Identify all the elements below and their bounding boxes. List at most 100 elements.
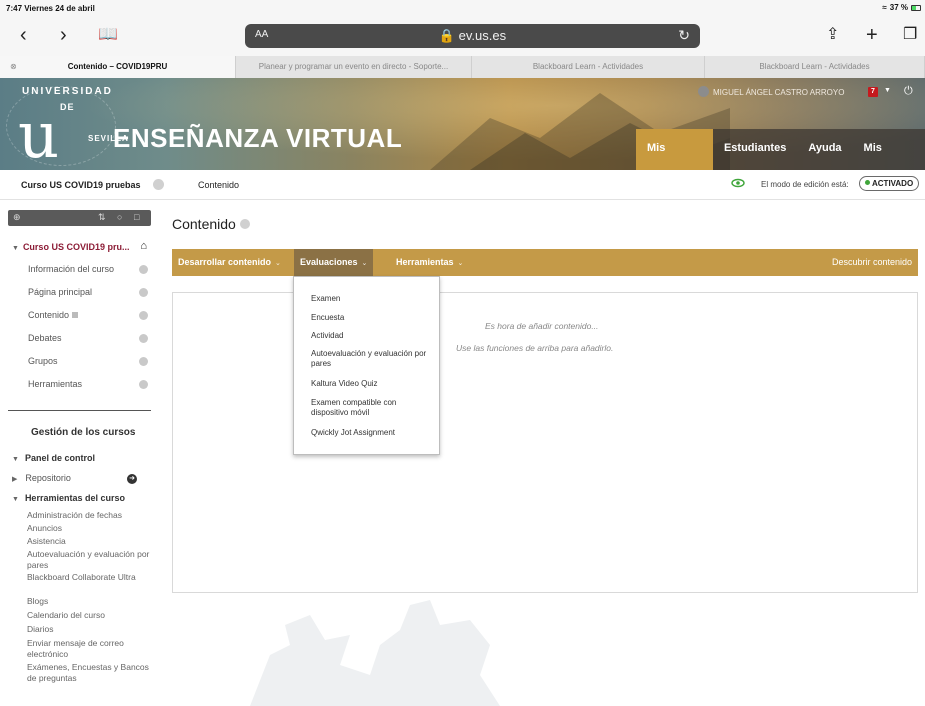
browser-tab-soporte[interactable]: Planear y programar un evento en directo… [236,56,472,78]
tool-item[interactable]: Calendario del curso [27,610,152,621]
chevron-down-icon: ⌄ [361,260,368,267]
menu-label: Desarrollar contenido [178,257,272,267]
evaluations-dropdown: Examen Encuesta Actividad Autoevaluación… [293,276,440,455]
dropdown-item-examen-movil[interactable]: Examen compatible con dispositivo móvil [311,398,431,418]
lock-icon: 🔒 [438,28,459,43]
dropdown-item-autoevaluacion[interactable]: Autoevaluación y evaluación por pares [311,349,431,369]
dropdown-item-examen[interactable]: Examen [311,294,431,304]
nav-tab-estudiantes[interactable]: Estudiantes [712,129,798,170]
tool-item[interactable]: Asistencia [27,536,152,547]
divider [8,410,151,411]
nav-tab-ayuda[interactable]: Ayuda [797,129,853,170]
ios-status-bar: 7:47 Viernes 24 de abril ≈ 37 % [0,0,925,16]
notification-badge[interactable]: 7 [868,87,878,97]
sidebar-item-contenido[interactable]: Contenido [28,310,148,320]
tool-item[interactable]: Anuncios [27,523,152,534]
sidebar-item-debates[interactable]: Debates [28,333,148,343]
course-tools-toggle[interactable]: ▼ Herramientas del curso [12,493,125,503]
share-icon[interactable]: ⇪ [826,24,839,46]
collapse-triangle-icon[interactable]: ▼ [12,496,19,503]
tools-menu[interactable]: Herramientas ⌄ [390,249,469,276]
browser-tab-actividades-2[interactable]: Blackboard Learn - Actividades [705,56,925,78]
breadcrumb: Curso US COVID19 pruebas Contenido El mo… [0,170,925,200]
window-icon[interactable]: □ [134,212,139,222]
sort-icon[interactable]: ⇅ [98,212,106,223]
repositorio-item[interactable]: ▶ Repositorio [12,473,71,483]
background-watermark [250,600,500,706]
breadcrumb-course[interactable]: Curso US COVID19 pruebas [21,180,141,190]
sidebar-item-pagina-principal[interactable]: Página principal [28,287,148,297]
control-panel-toggle[interactable]: ▼ Panel de control [12,453,95,463]
forward-icon[interactable]: › [60,24,67,46]
item-options-icon[interactable] [139,265,148,274]
dropdown-item-qwickly[interactable]: Qwickly Jot Assignment [311,428,431,438]
course-title[interactable]: ▼ Curso US COVID19 pru... [12,242,129,252]
sidebar-item-grupos[interactable]: Grupos [28,356,148,366]
tool-item[interactable]: Administración de fechas [27,510,152,521]
new-tab-icon[interactable]: + [866,24,878,46]
collapse-triangle-icon[interactable]: ▼ [12,456,19,463]
course-menu-toolbar: ⊕ ⇅ ○ □ [8,210,151,226]
expand-triangle-icon[interactable]: ▶ [12,476,17,483]
student-preview-eye-icon[interactable] [731,177,745,189]
item-options-icon[interactable] [139,311,148,320]
breadcrumb-options-icon[interactable] [153,179,164,190]
breadcrumb-page: Contenido [198,180,240,190]
tool-item[interactable]: Exámenes, Encuestas y Bancos de pregunta… [27,662,152,684]
course-tools-label: Herramientas del curso [24,493,125,503]
dropdown-item-encuesta[interactable]: Encuesta [311,313,431,323]
sidebar-item-label: Herramientas [28,379,83,389]
logout-power-icon[interactable]: ⏻ [904,85,913,98]
tool-item[interactable]: Enviar mensaje de correo electrónico [27,638,152,660]
empty-hint: Use las funciones de arriba para añadirl… [456,343,614,353]
chevron-down-icon[interactable]: ▼ [884,87,891,94]
user-avatar-icon[interactable] [698,86,709,97]
user-name[interactable]: MIGUEL ÁNGEL CASTRO ARROYO [713,88,844,97]
url-text: 🔒 ev.us.es [245,28,700,44]
tab-label: Blackboard Learn - Actividades [532,62,644,71]
sidebar-item-herramientas[interactable]: Herramientas [28,379,148,389]
tool-item[interactable]: Autoevaluación y evaluación por pares [27,549,152,571]
browser-tab-contenido[interactable]: ⊗ Contenido – COVID19PRU [0,56,236,78]
develop-content-menu[interactable]: Desarrollar contenido ⌄ [172,249,287,276]
item-options-icon[interactable] [139,357,148,366]
tool-item[interactable]: Diarios [27,624,152,635]
arrow-right-circle-icon[interactable]: ➜ [127,474,137,484]
add-menu-item-icon[interactable]: ⊕ [13,212,21,223]
tab-label: Contenido – COVID19PRU [67,62,168,71]
chevron-down-icon: ⌄ [275,260,281,267]
home-icon[interactable]: ⌂ [140,240,147,252]
close-tab-icon[interactable]: ⊗ [10,56,17,78]
edit-mode-toggle[interactable]: ACTIVADO [859,176,920,191]
nav-tab-mis-redes[interactable]: Mis Redes [852,129,925,170]
back-icon[interactable]: ‹ [20,24,27,46]
collapse-triangle-icon[interactable]: ▼ [12,245,19,252]
edit-mode-label: El modo de edición está: [761,180,849,189]
university-logo[interactable]: u [18,104,59,168]
sidebar-item-label: Contenido [28,310,70,320]
browser-tab-strip: ⊗ Contenido – COVID19PRU Planear y progr… [0,56,925,78]
tab-label: Planear y programar un evento en directo… [258,62,449,71]
sidebar-item-informacion[interactable]: Información del curso [28,264,148,274]
page-options-icon[interactable] [239,219,250,229]
nav-tab-mis-cursos[interactable]: Mis Cursos [636,129,713,170]
tool-item[interactable]: Blogs [27,596,152,607]
browser-tab-actividades-1[interactable]: Blackboard Learn - Actividades [472,56,705,78]
discover-content-link[interactable]: Descubrir contenido [832,249,912,276]
tool-item[interactable]: Blackboard Collaborate Ultra [27,572,152,583]
address-bar[interactable]: AA 🔒 ev.us.es ↻ [245,24,700,48]
bookmarks-icon[interactable]: 📖 [98,24,118,46]
item-options-icon[interactable] [139,380,148,389]
item-options-icon[interactable] [139,288,148,297]
course-management-title: Gestión de los cursos [31,427,136,438]
battery-percent: 37 % [889,3,908,12]
dropdown-item-actividad[interactable]: Actividad [311,331,431,341]
reload-icon[interactable]: ↻ [678,27,690,44]
status-indicators: ≈ 37 % [882,3,921,12]
menu-label: Herramientas [396,257,454,267]
evaluations-menu[interactable]: Evaluaciones ⌄ [294,249,374,276]
tabs-overview-icon[interactable]: ❐ [903,24,917,46]
refresh-icon[interactable]: ○ [117,212,122,222]
dropdown-item-kaltura[interactable]: Kaltura Video Quiz [311,379,431,389]
item-options-icon[interactable] [139,334,148,343]
